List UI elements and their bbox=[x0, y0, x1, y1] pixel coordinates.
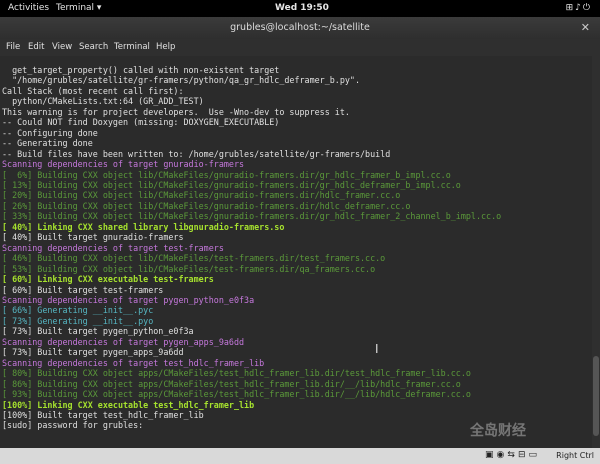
terminal-line: Scanning dependencies of target test_hdl… bbox=[2, 357, 265, 368]
power-icon: ⏻ bbox=[582, 3, 592, 13]
terminal-line: -- Generating done bbox=[2, 138, 93, 149]
terminal-line: [ 40%] Built target gnuradio-framers bbox=[2, 232, 184, 243]
terminal-line: -- Build files have been written to: /ho… bbox=[2, 148, 391, 159]
terminal-line: python/CMakeLists.txt:64 (GR_ADD_TEST) bbox=[2, 96, 204, 107]
scrollbar-thumb[interactable] bbox=[593, 356, 599, 436]
terminal-line: [ 60%] Built target test-framers bbox=[2, 284, 164, 295]
terminal-line: [ 73%] Built target pygen_apps_9a6dd bbox=[2, 347, 184, 358]
terminal-line: [ 73%] Built target pygen_python_e0f3a bbox=[2, 326, 194, 337]
terminal-line: [ 46%] Building CXX object lib/CMakeFile… bbox=[2, 253, 386, 264]
menu-terminal[interactable]: Terminal bbox=[114, 42, 150, 52]
clock[interactable]: Wed 19:50 bbox=[275, 3, 329, 13]
display-icon[interactable]: ▭ bbox=[528, 450, 540, 460]
network-adapter-icon[interactable]: ⊟ bbox=[518, 450, 529, 460]
window-title: grubles@localhost:~/satellite bbox=[230, 22, 370, 33]
terminal-line: Scanning dependencies of target gnuradio… bbox=[2, 159, 245, 170]
volume-icon: ♪ bbox=[575, 3, 583, 13]
terminal-line: [ 33%] Building CXX object lib/CMakeFile… bbox=[2, 211, 502, 222]
terminal-line: Scanning dependencies of target pygen_ap… bbox=[2, 336, 245, 347]
gnome-top-bar: Activities Terminal ▾ Wed 19:50 ⊞♪⏻ bbox=[0, 0, 600, 17]
terminal-line: [ 40%] Linking CXX shared library libgnu… bbox=[2, 221, 285, 232]
terminal-output[interactable]: get_target_property() called with non-ex… bbox=[0, 56, 592, 448]
usb-icon[interactable]: ⇆ bbox=[507, 450, 518, 460]
terminal-line: get_target_property() called with non-ex… bbox=[2, 65, 280, 75]
menu-edit[interactable]: Edit bbox=[28, 42, 44, 52]
terminal-line: [100%] Built target test_hdlc_framer_lib bbox=[2, 409, 204, 420]
vm-device-icons: ▣◉⇆⊟▭ bbox=[485, 450, 540, 460]
terminal-line: [ 20%] Building CXX object lib/CMakeFile… bbox=[2, 190, 401, 201]
ibeam-cursor-icon: I bbox=[375, 342, 379, 356]
terminal-line: [ 6%] Building CXX object lib/CMakeFiles… bbox=[2, 169, 451, 180]
activities-button[interactable]: Activities bbox=[8, 3, 49, 13]
vm-status-bar: ▣◉⇆⊟▭ Right Ctrl bbox=[0, 448, 600, 464]
terminal-line: [ 53%] Building CXX object lib/CMakeFile… bbox=[2, 263, 376, 274]
system-tray[interactable]: ⊞♪⏻ bbox=[566, 3, 592, 13]
terminal-line: Call Stack (most recent call first): bbox=[2, 85, 184, 96]
menu-help[interactable]: Help bbox=[156, 42, 175, 52]
menu-search[interactable]: Search bbox=[79, 42, 108, 52]
terminal-line: [ 80%] Building CXX object apps/CMakeFil… bbox=[2, 368, 471, 379]
host-key-label: Right Ctrl bbox=[556, 451, 594, 460]
menu-view[interactable]: View bbox=[52, 42, 72, 52]
terminal-line: [ 66%] Generating __init__.pyc bbox=[2, 305, 154, 316]
terminal-line: [ 26%] Building CXX object lib/CMakeFile… bbox=[2, 200, 411, 211]
terminal-line: [100%] Linking CXX executable test_hdlc_… bbox=[2, 399, 255, 410]
terminal-line: This warning is for project developers. … bbox=[2, 106, 350, 117]
terminal-scrollbar[interactable] bbox=[592, 56, 600, 448]
terminal-line: [ 93%] Building CXX object apps/CMakeFil… bbox=[2, 389, 471, 400]
terminal-line: [ 13%] Building CXX object lib/CMakeFile… bbox=[2, 179, 461, 190]
window-titlebar[interactable]: grubles@localhost:~/satellite ✕ bbox=[0, 17, 600, 40]
terminal-line: [ 60%] Linking CXX executable test-frame… bbox=[2, 274, 214, 285]
terminal-line: -- Could NOT find Doxygen (missing: DOXY… bbox=[2, 117, 280, 128]
menu-file[interactable]: File bbox=[6, 42, 20, 52]
terminal-line: [ 86%] Building CXX object apps/CMakeFil… bbox=[2, 378, 461, 389]
cd-icon[interactable]: ◉ bbox=[497, 450, 508, 460]
menu-bar: File Edit View Search Terminal Help bbox=[0, 39, 600, 56]
network-icon: ⊞ bbox=[565, 3, 576, 13]
watermark: 全岛财经 bbox=[470, 423, 526, 439]
terminal-line: "/home/grubles/satellite/gr-framers/pyth… bbox=[2, 75, 360, 86]
app-menu-button[interactable]: Terminal ▾ bbox=[56, 3, 101, 13]
close-icon[interactable]: ✕ bbox=[581, 17, 590, 39]
terminal-line: [ 73%] Generating __init__.pyo bbox=[2, 315, 154, 326]
terminal-line: Scanning dependencies of target test-fra… bbox=[2, 242, 224, 253]
disk-icon[interactable]: ▣ bbox=[485, 450, 497, 460]
terminal-line: Scanning dependencies of target pygen_py… bbox=[2, 294, 255, 305]
terminal-line: -- Configuring done bbox=[2, 127, 98, 138]
